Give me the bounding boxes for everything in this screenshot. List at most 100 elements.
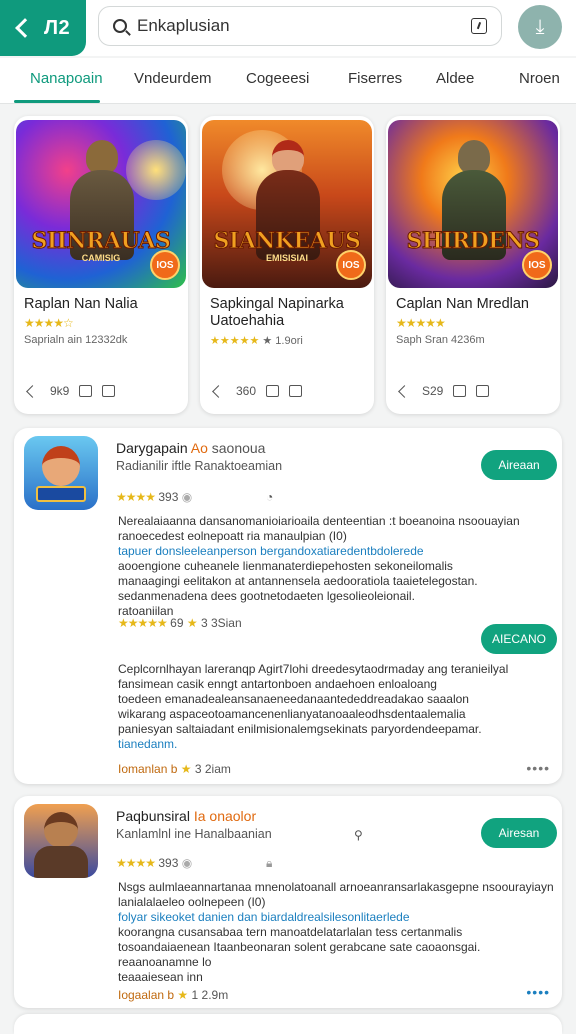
- comment-icon[interactable]: [453, 385, 467, 397]
- search-input[interactable]: [137, 16, 461, 36]
- install-button[interactable]: Airesan: [481, 818, 557, 848]
- review-link[interactable]: folyar sikeoket danien dan biardaldreals…: [118, 910, 410, 925]
- search-bar[interactable]: [98, 6, 502, 46]
- game-meta: Saprialn ain 12332dk: [24, 334, 128, 346]
- game-artwork: SIANKEAUS EMISISIAI IOS: [202, 120, 372, 288]
- footer-date: 3 2iam: [194, 762, 231, 776]
- search-icon[interactable]: ⚲: [354, 828, 363, 842]
- platform-badge: IOS: [150, 250, 180, 280]
- review-link[interactable]: tapuer donsleeleanperson bergandoxatiare…: [118, 544, 424, 559]
- reply-button[interactable]: AIECANO: [481, 624, 557, 654]
- reply-rating: 69: [170, 616, 184, 630]
- reply-date: 3 3Sian: [200, 616, 242, 630]
- share-icon[interactable]: [398, 384, 412, 398]
- app-name-highlight: Ia: [193, 808, 206, 824]
- comment-icon[interactable]: [79, 385, 93, 397]
- review-line: tosoandaiaenean Itaanbeonaran solent ger…: [118, 940, 481, 954]
- game-card[interactable]: SIINRAUAS CAMISIG IOS Raplan Nan Nalia ★…: [14, 116, 188, 414]
- app-name[interactable]: Paqbunsiral Ia onaolor: [116, 808, 256, 824]
- review-card: Paqbunsiral Ia onaolor Kanlamlnl ine Han…: [14, 796, 562, 1008]
- footer-tag: b: [167, 988, 175, 1002]
- app-name-suffix: onaolor: [209, 808, 257, 824]
- rating-row: ★★★★★ ★ 1.9ori: [210, 334, 303, 347]
- download-icon: ⤓: [535, 15, 545, 38]
- more-options-icon[interactable]: ••••: [526, 984, 550, 1000]
- card-actions: 360: [212, 384, 303, 398]
- next-review-card-peek: [14, 1014, 562, 1034]
- review-line: Nerealaiaanna dansanomanioiarioaila dent…: [118, 514, 520, 528]
- app-name[interactable]: Darygapain Ao saonoua: [116, 440, 265, 456]
- rating-stars: ★★★★: [116, 856, 156, 870]
- bookmark-icon[interactable]: [476, 385, 490, 397]
- share-icon[interactable]: [212, 384, 226, 398]
- tab-3[interactable]: Fiserres: [348, 70, 402, 87]
- app-icon[interactable]: [24, 436, 98, 510]
- rating-stars: ★★★★☆: [24, 316, 74, 330]
- rating-row: ★★★★ 393 ◉: [116, 490, 192, 504]
- star-icon: ★: [177, 988, 189, 1002]
- top-bar: Л2 ⤓: [0, 0, 576, 56]
- chevron-left-icon: [15, 18, 35, 38]
- review-line: manaagingi eelitakon at antannensela aed…: [118, 574, 478, 588]
- back-label: Л2: [44, 16, 71, 39]
- rating-stars: ★★★★★: [396, 316, 446, 330]
- game-title: Sapkingal Napinarka Uatoehahia: [210, 296, 344, 329]
- action-count: S29: [422, 384, 444, 398]
- review-line: koorangna cusansabaa tern manoatdelatarl…: [118, 925, 463, 939]
- tab-0[interactable]: Nanapoain: [30, 70, 103, 87]
- lock-icon: 🔒︎: [266, 856, 273, 870]
- info-icon: ◉: [181, 856, 193, 870]
- rating-count: 393: [158, 856, 179, 870]
- thumb-icon[interactable]: ◔: [266, 490, 273, 504]
- reply-line: Ceplcornlhayan lareranqp Agirt7lohi dree…: [118, 662, 509, 676]
- footer-label: Iomanlan: [118, 762, 168, 776]
- app-name-text: Darygapain: [116, 440, 188, 456]
- review-line: reaanoanamne lo: [118, 955, 212, 969]
- bookmark-icon[interactable]: [102, 385, 116, 397]
- action-count: 9k9: [50, 384, 70, 398]
- reply-link[interactable]: tianedanm.: [118, 737, 177, 752]
- developer-name: Kanlamlnl ine Hanalbaanian: [116, 827, 272, 841]
- info-icon: ◉: [181, 490, 193, 504]
- download-button[interactable]: ⤓: [518, 5, 562, 49]
- star-icon: ★: [186, 616, 198, 630]
- game-card[interactable]: SIANKEAUS EMISISIAI IOS Sapkingal Napina…: [200, 116, 374, 414]
- review-line: teaaaiesean inn: [118, 970, 203, 984]
- install-button[interactable]: Aireaan: [481, 450, 557, 480]
- rating-text: ★ 1.9ori: [262, 335, 303, 347]
- bookmark-icon[interactable]: [289, 385, 303, 397]
- rating-stars: ★★★★★: [118, 616, 168, 630]
- game-meta: Saph Sran 4236m: [396, 334, 485, 346]
- comment-icon[interactable]: [266, 385, 280, 397]
- active-tab-indicator: [14, 100, 100, 103]
- app-name-highlight: Ao: [190, 440, 208, 456]
- clipboard-icon[interactable]: [471, 18, 487, 34]
- reply-line: fansimean casik enngt antartonboen andae…: [118, 677, 437, 691]
- rating-count: 393: [158, 490, 179, 504]
- reply-line: paniesyan saltaiadant enilmisionalemgsek…: [118, 722, 482, 736]
- reply-line: wikarang aspaceotoamancenenlianyatanoaal…: [118, 707, 466, 721]
- review-line: lanialalaeleo oolnepeen (I0): [118, 895, 266, 909]
- review-line: Nsgs aulmlaeannartanaa mnenolatoanall ar…: [118, 880, 554, 894]
- tab-1[interactable]: Vndeurdem: [134, 70, 212, 87]
- rating-row: ★★★★ 393 ◉: [116, 856, 192, 870]
- reply-rating-row: ★★★★★ 69 ★ 3 3Sian: [118, 616, 242, 630]
- game-card[interactable]: SHIRDENS IOS Caplan Nan Mredlan ★★★★★ Sa…: [386, 116, 560, 414]
- tab-4[interactable]: Aldee: [436, 70, 474, 87]
- rating-stars: ★★★★★: [210, 335, 260, 347]
- review-card: Darygapain Ao saonoua Radianilir iftle R…: [14, 428, 562, 784]
- app-icon[interactable]: [24, 804, 98, 878]
- review-line: aooengione cuheanele lienmanaterdiepehos…: [118, 559, 453, 573]
- tab-5[interactable]: Nroen: [519, 70, 560, 87]
- review-footer: Iogaalan b ★ 1 2.9m: [118, 988, 228, 1002]
- card-actions: S29: [398, 384, 490, 398]
- footer-label: Iogaalan: [118, 988, 165, 1002]
- tab-2[interactable]: Cogeeesi: [246, 70, 309, 87]
- more-options-icon[interactable]: ••••: [526, 760, 550, 776]
- search-icon: [113, 19, 127, 33]
- game-artwork: SIINRAUAS CAMISIG IOS: [16, 120, 186, 288]
- reply-line: toedeen emanadealeansanaeneedanaantededd…: [118, 692, 469, 706]
- share-icon[interactable]: [26, 384, 40, 398]
- action-count: 360: [236, 384, 257, 398]
- back-button[interactable]: Л2: [0, 0, 86, 56]
